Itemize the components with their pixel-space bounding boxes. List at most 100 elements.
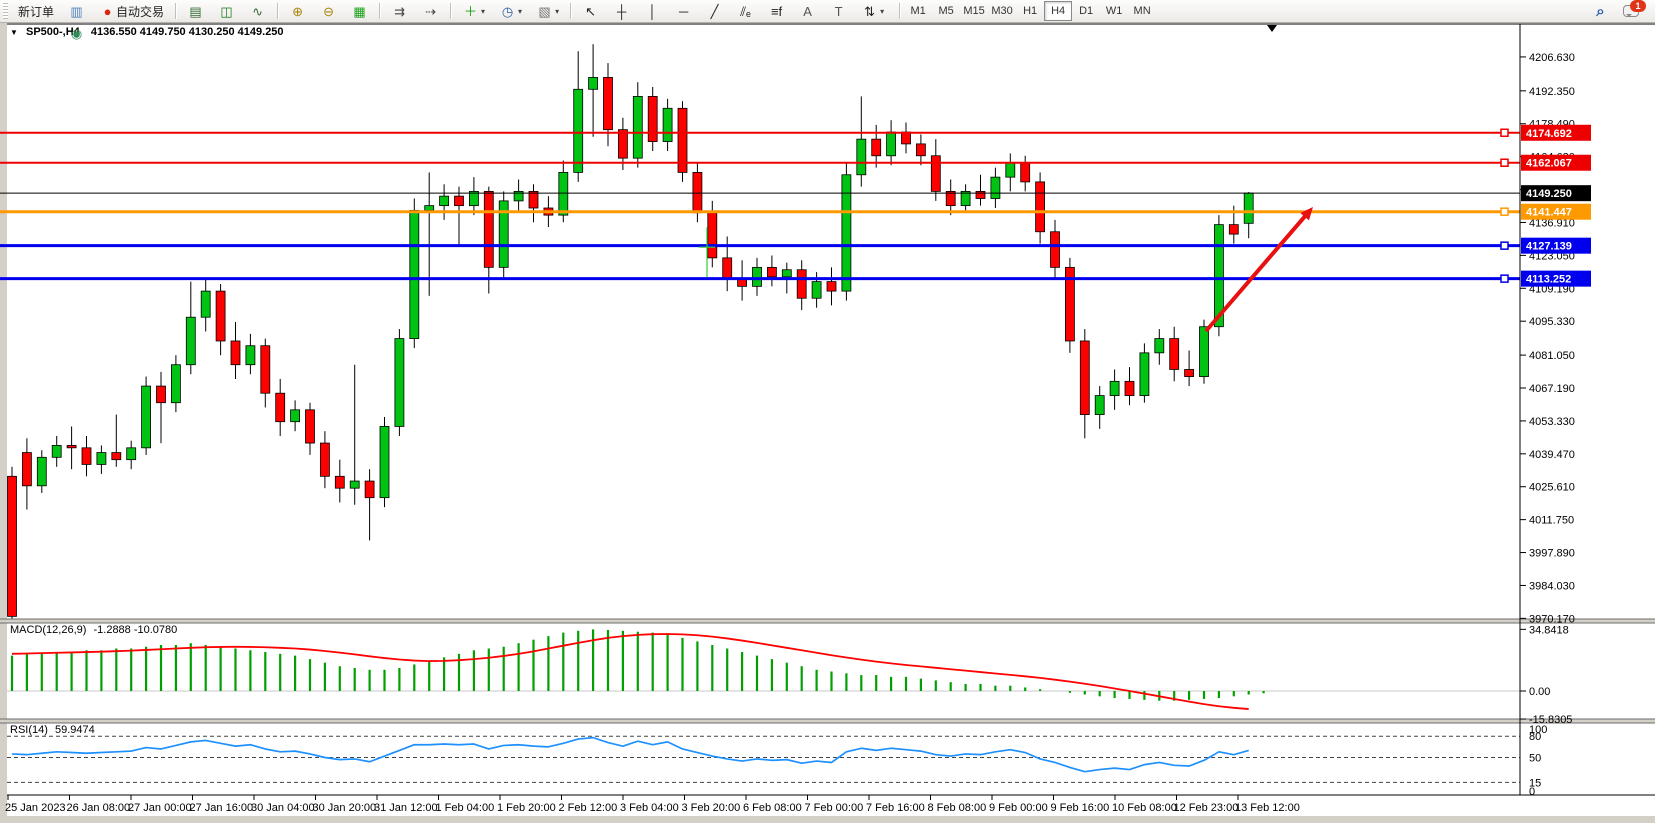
zoom-in-button[interactable]: ⊕ (283, 0, 312, 22)
horizontal-line-button[interactable]: ─ (669, 0, 698, 22)
fibonacci-button[interactable]: ≡f (762, 0, 791, 22)
chat-button[interactable]: 1 (1617, 0, 1645, 22)
search-button[interactable]: ⌕ (1586, 0, 1615, 22)
line-handle[interactable] (1501, 208, 1508, 215)
label-button[interactable]: T (824, 0, 853, 22)
new-order-button[interactable]: 新订单 (12, 0, 60, 22)
toolbar: 新订单 ❖▥◉ ● 自动交易 ▤◫∿⊕⊖▦⇉⇢＋▾◷▾▧▾↖┼│─╱⫽ₑ≡fAT… (0, 0, 1655, 23)
timeframe-button-w1[interactable]: W1 (1100, 1, 1128, 21)
bar-chart-button[interactable]: ▤ (181, 0, 210, 22)
candle-body-up (1140, 353, 1149, 396)
chart-title-caret-icon[interactable]: ▼ (10, 28, 18, 37)
pane-separator[interactable] (0, 619, 1655, 623)
line-chart-button[interactable]: ∿ (243, 0, 272, 22)
candle-body-down (82, 448, 91, 465)
timeframe-button-h1[interactable]: H1 (1016, 1, 1044, 21)
timeframe-button-mn[interactable]: MN (1128, 1, 1156, 21)
pane-separator[interactable] (0, 719, 1655, 723)
candle-body-down (67, 445, 76, 447)
rsi-tick-label: 0 (1529, 786, 1535, 798)
channel-button[interactable]: ⫽ₑ (731, 0, 760, 22)
candle-body-up (812, 282, 821, 299)
line-handle[interactable] (1501, 275, 1508, 282)
indicators-button[interactable]: ＋▾ (456, 0, 491, 22)
notification-badge: 1 (1630, 0, 1646, 12)
chevron-down-icon[interactable]: ▾ (481, 7, 485, 16)
rsi-tick-label: 80 (1529, 731, 1541, 743)
data-window-icon: ◉ (68, 25, 85, 42)
candle-body-down (231, 341, 240, 365)
timeframe-button-m1[interactable]: M1 (904, 1, 932, 21)
candle-body-up (782, 270, 791, 277)
candle-body-up (142, 386, 151, 448)
price-tick-label: 4067.190 (1529, 383, 1575, 395)
candle-body-down (112, 453, 121, 460)
candle-body-down (1170, 339, 1179, 370)
line-handle[interactable] (1501, 129, 1508, 136)
candle-body-down (320, 443, 329, 476)
candle-body-down (1021, 163, 1030, 182)
horizontal-line-icon: ─ (675, 3, 692, 20)
candle-body-down (1036, 182, 1045, 232)
arrows-button[interactable]: ⇅▾ (855, 0, 890, 22)
line-handle[interactable] (1501, 159, 1508, 166)
profiles-button[interactable]: ▥ (62, 0, 91, 22)
candle-body-up (663, 108, 672, 141)
zoom-out-button[interactable]: ⊖ (314, 0, 343, 22)
tile-windows-button[interactable]: ▦ (345, 0, 374, 22)
price-tick-label: 4053.330 (1529, 416, 1575, 428)
trendline-button[interactable]: ╱ (700, 0, 729, 22)
candle-body-down (931, 156, 940, 192)
channel-icon: ⫽ₑ (737, 3, 754, 20)
price-badge-label: 4127.139 (1526, 241, 1572, 253)
candle-body-down (827, 282, 836, 291)
toolbar-grip[interactable] (3, 3, 8, 19)
trendline-icon: ╱ (706, 3, 723, 20)
cursor-button[interactable]: ↖ (576, 0, 605, 22)
toolbar-separator (899, 3, 900, 19)
line-handle[interactable] (1501, 242, 1508, 249)
cursor-icon: ↖ (582, 3, 599, 20)
candle-body-up (350, 481, 359, 488)
templates-button[interactable]: ▧▾ (530, 0, 565, 22)
timeframe-button-d1[interactable]: D1 (1072, 1, 1100, 21)
time-tick-label: 9 Feb 00:00 (989, 802, 1048, 814)
vertical-line-button[interactable]: │ (638, 0, 667, 22)
price-tick-label: 3984.030 (1529, 580, 1575, 592)
chevron-down-icon[interactable]: ▾ (880, 7, 884, 16)
candle-body-down (797, 270, 806, 298)
chevron-down-icon[interactable]: ▾ (518, 7, 522, 16)
chart-shift-button[interactable]: ⇢ (416, 0, 445, 22)
vertical-line-icon: │ (644, 3, 661, 20)
arrows-icon: ⇅ (861, 3, 878, 20)
price-chart[interactable]: 4206.6304192.3504178.4904164.6304150.770… (0, 22, 1655, 823)
candle-body-up (842, 175, 851, 291)
periods-icon: ◷ (499, 3, 516, 20)
timeframe-button-m30[interactable]: M30 (988, 1, 1016, 21)
time-tick-label: 12 Feb 23:00 (1174, 802, 1239, 814)
time-tick-label: 7 Feb 16:00 (866, 802, 925, 814)
fibonacci-icon: ≡f (768, 3, 785, 20)
time-tick-label: 30 Jan 20:00 (313, 802, 377, 814)
periods-button[interactable]: ◷▾ (493, 0, 528, 22)
auto-scroll-button[interactable]: ⇉ (385, 0, 414, 22)
macd-tick-label: 34.8418 (1529, 624, 1569, 636)
candle-body-up (991, 177, 1000, 198)
candle-body-down (1080, 341, 1089, 415)
macd-indicator-label: MACD(12,26,9) -1.2888 -10.0780 (10, 624, 177, 636)
candle-body-down (455, 196, 464, 205)
chevron-down-icon[interactable]: ▾ (555, 7, 559, 16)
autotrading-button[interactable]: ● 自动交易 (93, 0, 170, 22)
timeframe-button-m5[interactable]: M5 (932, 1, 960, 21)
chart-title[interactable]: ▼ SP500-,H4 4136.550 4149.750 4130.250 4… (10, 26, 284, 38)
autotrading-icon: ● (99, 3, 116, 20)
candle-body-down (365, 481, 374, 498)
text-button[interactable]: A (793, 0, 822, 22)
crosshair-button[interactable]: ┼ (607, 0, 636, 22)
timeframe-button-h4[interactable]: H4 (1044, 1, 1072, 21)
candle-body-up (857, 139, 866, 175)
timeframe-button-m15[interactable]: M15 (960, 1, 988, 21)
data-window-button[interactable]: ◉ (62, 22, 91, 44)
candle-body-up (97, 453, 106, 465)
candlestick-button[interactable]: ◫ (212, 0, 241, 22)
